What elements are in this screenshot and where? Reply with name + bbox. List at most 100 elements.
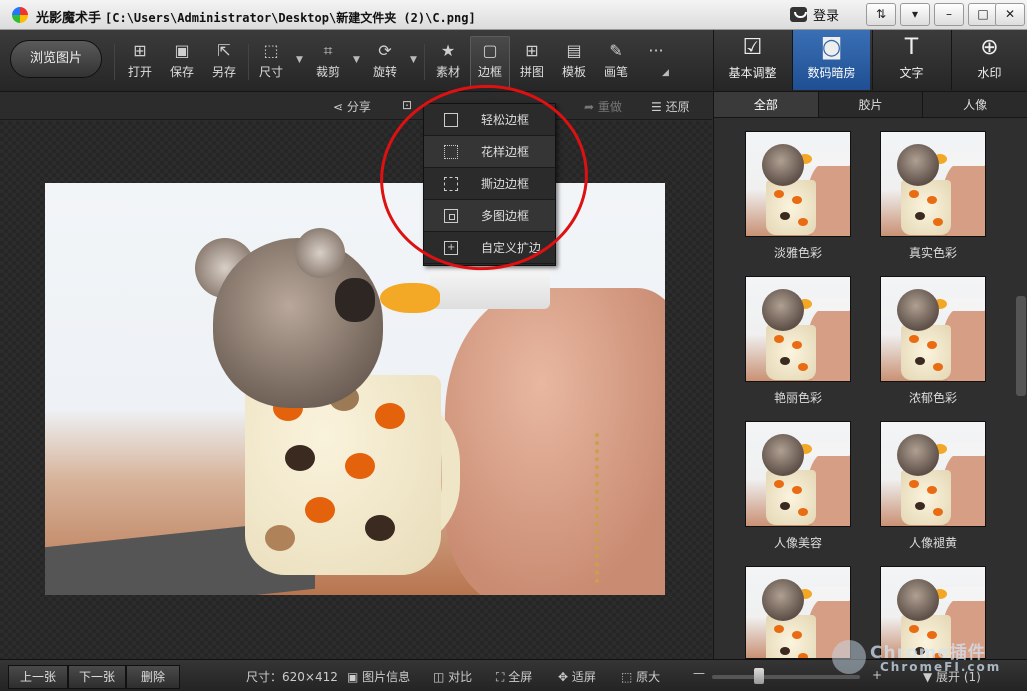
watermark-label: 水印 <box>977 66 1002 80</box>
zoom-slider-handle[interactable] <box>754 668 764 684</box>
collage-label: 拼图 <box>519 65 544 79</box>
effect-label: 人像褪黄 <box>908 536 957 550</box>
minimize-icon: – <box>946 7 952 21</box>
fullscreen-label: 全屏 <box>508 670 533 684</box>
pin-button[interactable]: ⇅ <box>866 3 896 26</box>
fit-screen-button[interactable]: ✥ 适屏 <box>558 668 596 685</box>
effect-label: 浓郁色彩 <box>908 391 957 405</box>
crop-chevron-down-icon[interactable]: ▼ <box>353 55 360 65</box>
material-icon: ★ <box>440 41 456 60</box>
template-button[interactable]: ▤ 模板 <box>554 40 594 88</box>
torn-border-icon <box>444 177 458 191</box>
resize-chevron-down-icon[interactable]: ▼ <box>296 55 303 65</box>
original-size-icon: ⬚ <box>621 670 637 684</box>
open-button[interactable]: ⊞ 打开 <box>120 40 160 88</box>
fullscreen-icon: ⛶ <box>496 670 509 684</box>
more-button[interactable]: ··· <box>636 40 676 88</box>
collage-button[interactable]: ⊞ 拼图 <box>512 40 552 88</box>
menu-item-torn-border[interactable]: 撕边边框 <box>424 168 555 200</box>
tab-portrait[interactable]: 人像 <box>923 92 1027 117</box>
resize-button[interactable]: ⬚ 尺寸 <box>251 40 291 88</box>
brush-label: 画笔 <box>603 65 628 79</box>
zoom-out-icon[interactable]: — <box>693 666 705 680</box>
tab-film[interactable]: 胶片 <box>819 92 924 117</box>
compare-label: 对比 <box>448 670 473 684</box>
menu-item-custom-expand[interactable]: 自定义扩边 <box>424 232 555 264</box>
fancy-border-icon <box>444 145 458 159</box>
close-button[interactable]: ✕ <box>995 3 1025 26</box>
tab-text[interactable]: T 文字 <box>872 30 950 90</box>
menu-item-multi-border[interactable]: 多图边框 <box>424 200 555 232</box>
effect-thumbnail[interactable] <box>745 276 851 382</box>
save-as-button[interactable]: ⇱ 另存 <box>204 40 244 88</box>
save-button[interactable]: ▣ 保存 <box>162 40 202 88</box>
file-path: [C:\Users\Administrator\Desktop\新建文件夹 (2… <box>105 11 476 25</box>
tab-all[interactable]: 全部 <box>714 92 819 117</box>
menu-item-label: 轻松边框 <box>481 113 530 127</box>
app-name: 光影魔术手 <box>36 11 102 26</box>
dropdown-button[interactable]: ▾ <box>900 3 930 26</box>
share-button[interactable]: ⋖ 分享 <box>333 98 371 115</box>
menu-item-label: 撕边边框 <box>481 177 530 191</box>
effect-thumbnail[interactable] <box>745 421 851 527</box>
save-label: 保存 <box>169 65 194 79</box>
original-size-button[interactable]: ⬚ 原大 <box>621 668 660 685</box>
delete-button[interactable]: 删除 <box>126 665 180 689</box>
darkroom-icon: ◙ <box>820 35 843 60</box>
redo-icon: ➦ <box>584 100 598 114</box>
compare-button[interactable]: ◫ 对比 <box>433 668 472 685</box>
next-image-button[interactable]: 下一张 <box>68 665 126 689</box>
effect-label: 艳丽色彩 <box>773 391 822 405</box>
menu-item-label: 自定义扩边 <box>481 241 542 255</box>
effect-thumbnail[interactable] <box>880 421 986 527</box>
image-info-button[interactable]: ▣ 图片信息 <box>347 668 410 685</box>
watermark-logo-icon <box>832 640 866 674</box>
multi-border-icon <box>444 209 458 223</box>
material-button[interactable]: ★ 素材 <box>428 40 468 88</box>
window-title: 光影魔术手 [C:\Users\Administrator\Desktop\新建文… <box>36 7 476 26</box>
image-canvas[interactable] <box>0 121 712 659</box>
prev-image-button[interactable]: 上一张 <box>8 665 68 689</box>
menu-arrow <box>484 96 498 103</box>
save-icon: ▣ <box>174 41 190 60</box>
fit-screen-label: 适屏 <box>571 670 596 684</box>
sub-tool-icon[interactable]: ⊡ <box>402 98 412 112</box>
tab-watermark[interactable]: ⊕ 水印 <box>951 30 1027 90</box>
crop-button[interactable]: ⌗ 裁剪 <box>308 40 348 88</box>
brush-button[interactable]: ✎ 画笔 <box>596 40 636 88</box>
close-icon: ✕ <box>1004 7 1016 21</box>
effect-thumbnail[interactable] <box>880 131 986 237</box>
image-info-label: 图片信息 <box>362 670 411 684</box>
minimize-button[interactable]: – <box>934 3 964 26</box>
menu-item-fancy-border[interactable]: 花样边框 <box>424 136 555 168</box>
tab-darkroom[interactable]: ◙ 数码暗房 <box>792 30 870 90</box>
share-label: 分享 <box>346 100 371 114</box>
collage-icon: ⊞ <box>525 41 539 60</box>
tab-basic-adjust[interactable]: ☑ 基本调整 <box>713 30 791 90</box>
browse-images-button[interactable]: 浏览图片 <box>10 40 102 78</box>
maximize-icon: □ <box>977 7 989 21</box>
fullscreen-button[interactable]: ⛶ 全屏 <box>496 668 532 685</box>
border-label: 边框 <box>477 65 502 79</box>
open-label: 打开 <box>127 65 152 79</box>
restore-button[interactable]: ☰ 还原 <box>651 98 690 115</box>
maximize-button[interactable]: □ <box>968 3 998 26</box>
border-button[interactable]: ▢ 边框 <box>470 36 510 88</box>
login-button[interactable]: 登录 <box>790 5 839 24</box>
photo-hand <box>445 288 665 595</box>
panel-scrollbar[interactable] <box>1016 296 1026 396</box>
effect-thumbnail[interactable] <box>880 276 986 382</box>
image-size-label: 尺寸：620×412 <box>246 670 338 684</box>
rotate-button[interactable]: ⟳ 旋转 <box>365 40 405 88</box>
photo-koala <box>45 183 665 595</box>
crop-icon: ⌗ <box>323 41 333 60</box>
effect-thumbnail[interactable] <box>745 131 851 237</box>
photo-koala-ear <box>295 228 345 278</box>
menu-item-simple-border[interactable]: 轻松边框 <box>424 104 555 136</box>
photo-bottle-nipple <box>380 283 440 313</box>
expand-corner-icon[interactable]: ◢ <box>662 68 669 78</box>
rotate-chevron-down-icon[interactable]: ▼ <box>410 55 417 65</box>
watermark-icon: ⊕ <box>980 35 999 60</box>
site-watermark: Chrome插件 ChromeFI.com <box>820 638 1020 688</box>
redo-button[interactable]: ➦ 重做 <box>584 98 622 115</box>
